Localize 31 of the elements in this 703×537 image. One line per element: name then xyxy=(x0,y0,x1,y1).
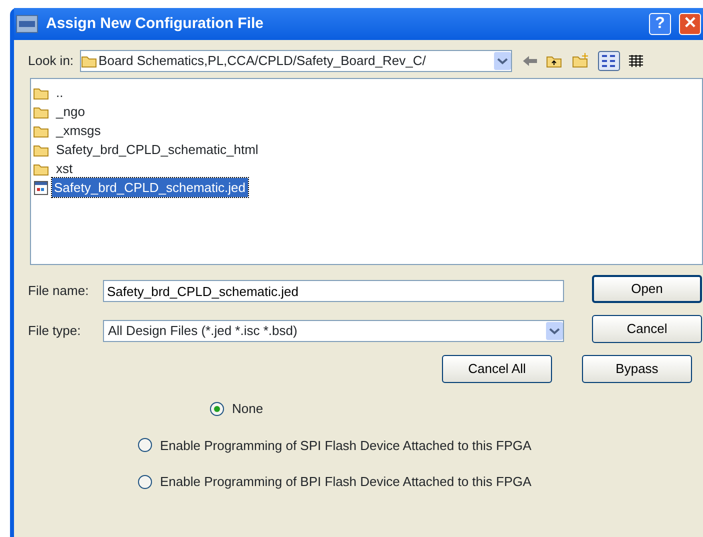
help-button[interactable]: ? xyxy=(649,13,671,35)
field-label: File type: xyxy=(28,322,82,340)
file-item[interactable]: xst xyxy=(54,158,75,178)
app-icon xyxy=(16,15,38,33)
details-view-icon[interactable] xyxy=(628,54,644,68)
file-name-field[interactable]: Safety_brd_CPLD_schematic.jed xyxy=(103,280,564,302)
file-item[interactable]: .. xyxy=(54,82,66,102)
window-title: Assign New Configuration File xyxy=(46,14,265,34)
close-button[interactable]: ✕ xyxy=(679,13,701,35)
list-view-icon[interactable] xyxy=(598,51,620,71)
file-type-combo[interactable]: All Design Files (*.jed *.isc *.bsd) xyxy=(103,320,564,342)
field-label: File name: xyxy=(28,282,90,300)
back-arrow-icon[interactable] xyxy=(522,54,538,68)
bypass-button[interactable]: Bypass xyxy=(582,355,692,383)
cancel-button[interactable]: Cancel xyxy=(592,315,702,343)
option-label: Enable Programming of SPI Flash Device Attached to this FPGA xyxy=(160,436,532,455)
cancel-all-button[interactable]: Cancel All xyxy=(442,355,552,383)
radio-button[interactable] xyxy=(138,438,152,452)
file-item[interactable]: _xmsgs xyxy=(54,120,103,140)
option-label: Enable Programming of BPI Flash Device Attached to this FPGA xyxy=(160,473,532,491)
new-folder-icon[interactable] xyxy=(572,53,590,69)
radio-button[interactable] xyxy=(210,402,224,416)
look-in-label: Look in: xyxy=(28,52,74,70)
look-in-combo[interactable]: Board Schematics,PL,CCA/CPLD/Safety_Board_Rev_C/ xyxy=(80,50,512,72)
open-button[interactable]: Open xyxy=(592,275,702,303)
file-item[interactable]: Safety_brd_CPLD_schematic.jed xyxy=(52,178,248,198)
file-item[interactable]: Safety_brd_CPLD_schematic_html xyxy=(54,140,260,160)
radio-button[interactable] xyxy=(138,474,152,489)
option-label: None xyxy=(232,400,264,418)
file-icon xyxy=(33,180,49,196)
file-item[interactable]: _ngo xyxy=(54,102,87,122)
